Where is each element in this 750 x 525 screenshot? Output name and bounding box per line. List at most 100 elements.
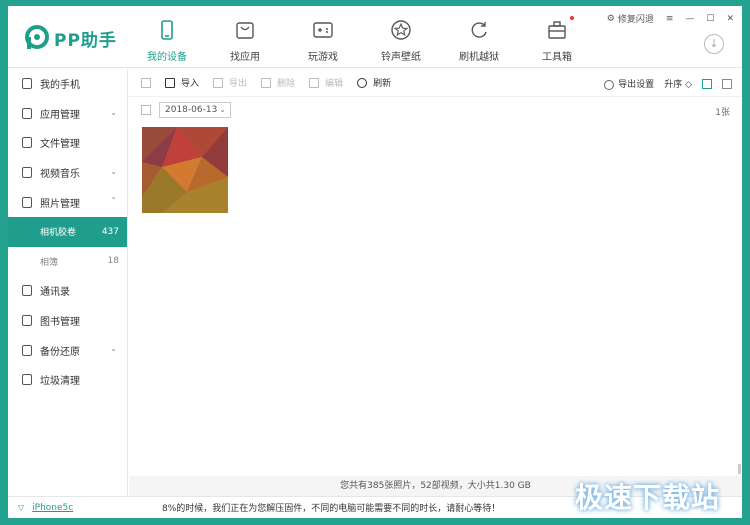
date-select[interactable]: 2018-06-13 ⌄ — [159, 102, 231, 118]
sidebar-item-junk-cleanup[interactable]: 垃圾清理 — [8, 365, 127, 395]
sidebar-item-label: 相机胶卷 — [40, 228, 77, 239]
sidebar-item-label: 通讯录 — [40, 287, 70, 299]
gamepad-icon — [313, 22, 333, 38]
sidebar-item-albums[interactable]: 相簿 18 — [8, 247, 127, 277]
phone-icon — [161, 20, 173, 40]
export-button[interactable]: 导出 — [213, 76, 247, 89]
menu-button[interactable]: ≡ — [666, 14, 674, 24]
contacts-icon — [22, 285, 32, 297]
sidebar-item-video-music[interactable]: 视频音乐 ⌄ — [8, 158, 127, 188]
button-label: 刷新 — [373, 79, 392, 89]
firmware-notice: 8%的时候，我们正在为您解压固件，不同的电脑可能需要不同的时长，请耐心等待！ — [162, 504, 501, 514]
sidebar-item-books[interactable]: 图书管理 — [8, 306, 127, 336]
repair-label: 修复闪退 — [617, 15, 654, 25]
maximize-button[interactable]: ☐ — [706, 14, 714, 24]
sidebar-item-label: 我的手机 — [40, 80, 80, 92]
sidebar-item-photo-management[interactable]: 照片管理 ⌃ — [8, 187, 127, 217]
sidebar-item-label: 相簿 — [40, 257, 59, 268]
app-icon — [22, 107, 32, 119]
button-label: 导出 — [229, 79, 248, 89]
app-window: PP助手 我的设备 找应用 玩游戏 铃声壁纸 刷机越狱 工具箱 ⚙ 修复闪退 ≡… — [8, 6, 742, 518]
button-label: 升序 — [664, 80, 683, 90]
chevron-down-icon: ⌄ — [110, 344, 117, 354]
refresh-button[interactable]: 刷新 — [357, 76, 391, 89]
sidebar-item-backup-restore[interactable]: 备份还原 ⌄ — [8, 335, 127, 365]
download-icon[interactable]: ↓ — [704, 34, 724, 54]
main-nav: 我的设备 找应用 玩游戏 铃声壁纸 刷机越狱 工具箱 — [128, 6, 596, 68]
app-logo: PP助手 — [24, 24, 117, 52]
button-label: 导出设置 — [618, 80, 655, 90]
pp-logo-icon — [25, 25, 49, 49]
header: PP助手 我的设备 找应用 玩游戏 铃声壁纸 刷机越狱 工具箱 ⚙ 修复闪退 ≡… — [8, 6, 742, 68]
main-panel: 导入 导出 删除 编辑 刷新 导出设置 升序 ◇ 2018-06-13 ⌄ 1张… — [129, 69, 742, 496]
sidebar-item-contacts[interactable]: 通讯录 — [8, 276, 127, 306]
timeline-view-icon[interactable] — [702, 78, 712, 89]
toolbox-icon — [548, 21, 566, 39]
grid-view-icon[interactable] — [722, 78, 732, 89]
button-label: 导入 — [181, 79, 200, 89]
triangle-down-icon: ▽ — [18, 503, 25, 512]
nav-flash-jailbreak[interactable]: 刷机越狱 — [440, 6, 518, 68]
edit-button[interactable]: 编辑 — [309, 76, 343, 89]
group-checkbox[interactable] — [141, 105, 151, 115]
item-count: 18 — [107, 256, 119, 267]
nav-label: 找应用 — [230, 52, 260, 63]
chevron-down-icon: ⌄ — [110, 166, 117, 176]
trash-icon — [22, 374, 32, 386]
trash-icon — [261, 77, 272, 88]
scrollbar[interactable] — [738, 464, 741, 474]
close-button[interactable]: ✕ — [726, 14, 734, 24]
export-icon — [213, 77, 224, 88]
device-name[interactable]: iPhone5c — [32, 503, 73, 513]
bag-icon — [236, 22, 254, 39]
import-icon — [165, 77, 175, 88]
chevron-down-icon: ⌄ — [110, 107, 117, 117]
sidebar-item-file-management[interactable]: 文件管理 — [8, 128, 127, 158]
sidebar-item-app-management[interactable]: 应用管理 ⌄ — [8, 99, 127, 129]
device-selector[interactable]: ▽ iPhone5c — [8, 503, 128, 513]
date-value: 2018-06-13 — [165, 105, 218, 115]
sidebar-item-my-phone[interactable]: 我的手机 — [8, 69, 127, 99]
export-settings-button[interactable]: 导出设置 — [604, 77, 654, 90]
nav-ringtones-wallpapers[interactable]: 铃声壁纸 — [362, 6, 440, 68]
book-icon — [22, 315, 32, 327]
app-name: PP助手 — [54, 30, 117, 51]
backup-icon — [22, 344, 32, 356]
sidebar-item-label: 应用管理 — [40, 109, 80, 121]
sidebar-item-label: 图书管理 — [40, 317, 80, 329]
chevron-down-icon: ⌄ — [219, 105, 226, 114]
notification-badge — [570, 16, 574, 20]
nav-my-device[interactable]: 我的设备 — [128, 6, 206, 68]
nav-games[interactable]: 玩游戏 — [284, 6, 362, 68]
button-label: 删除 — [277, 79, 296, 89]
window-controls: ⚙ 修复闪退 ≡ — ☐ ✕ — [606, 12, 734, 26]
sidebar-item-label: 视频音乐 — [40, 169, 80, 181]
photo-thumbnail[interactable] — [142, 127, 228, 213]
select-all-checkbox[interactable] — [141, 77, 151, 88]
nav-label: 铃声壁纸 — [381, 52, 421, 63]
sidebar-item-camera-roll[interactable]: 相机胶卷 437 — [8, 216, 127, 247]
nav-label: 我的设备 — [147, 52, 187, 63]
chevron-up-icon: ⌃ — [110, 196, 117, 206]
sidebar-item-label: 照片管理 — [40, 198, 80, 210]
edit-icon — [309, 77, 320, 88]
nav-label: 玩游戏 — [308, 52, 338, 63]
photo-icon — [22, 196, 32, 208]
video-icon — [22, 167, 32, 179]
refresh-icon — [471, 22, 487, 38]
sort-order-button[interactable]: 升序 ◇ — [664, 77, 692, 90]
group-count: 1张 — [715, 108, 730, 118]
date-group-header: 2018-06-13 ⌄ 1张 — [129, 97, 742, 123]
delete-button[interactable]: 删除 — [261, 76, 295, 89]
toolbar-right: 导出设置 升序 ◇ — [604, 77, 732, 90]
wrench-icon: ⚙ — [606, 13, 615, 24]
minimize-button[interactable]: — — [685, 14, 694, 24]
repair-crash-button[interactable]: ⚙ 修复闪退 — [606, 12, 654, 26]
phone-icon — [22, 78, 32, 90]
star-icon — [391, 20, 411, 40]
nav-find-apps[interactable]: 找应用 — [206, 6, 284, 68]
nav-toolbox[interactable]: 工具箱 — [518, 6, 596, 68]
import-button[interactable]: 导入 — [165, 76, 199, 89]
button-label: 编辑 — [325, 79, 344, 89]
sidebar-item-label: 备份还原 — [40, 346, 80, 358]
